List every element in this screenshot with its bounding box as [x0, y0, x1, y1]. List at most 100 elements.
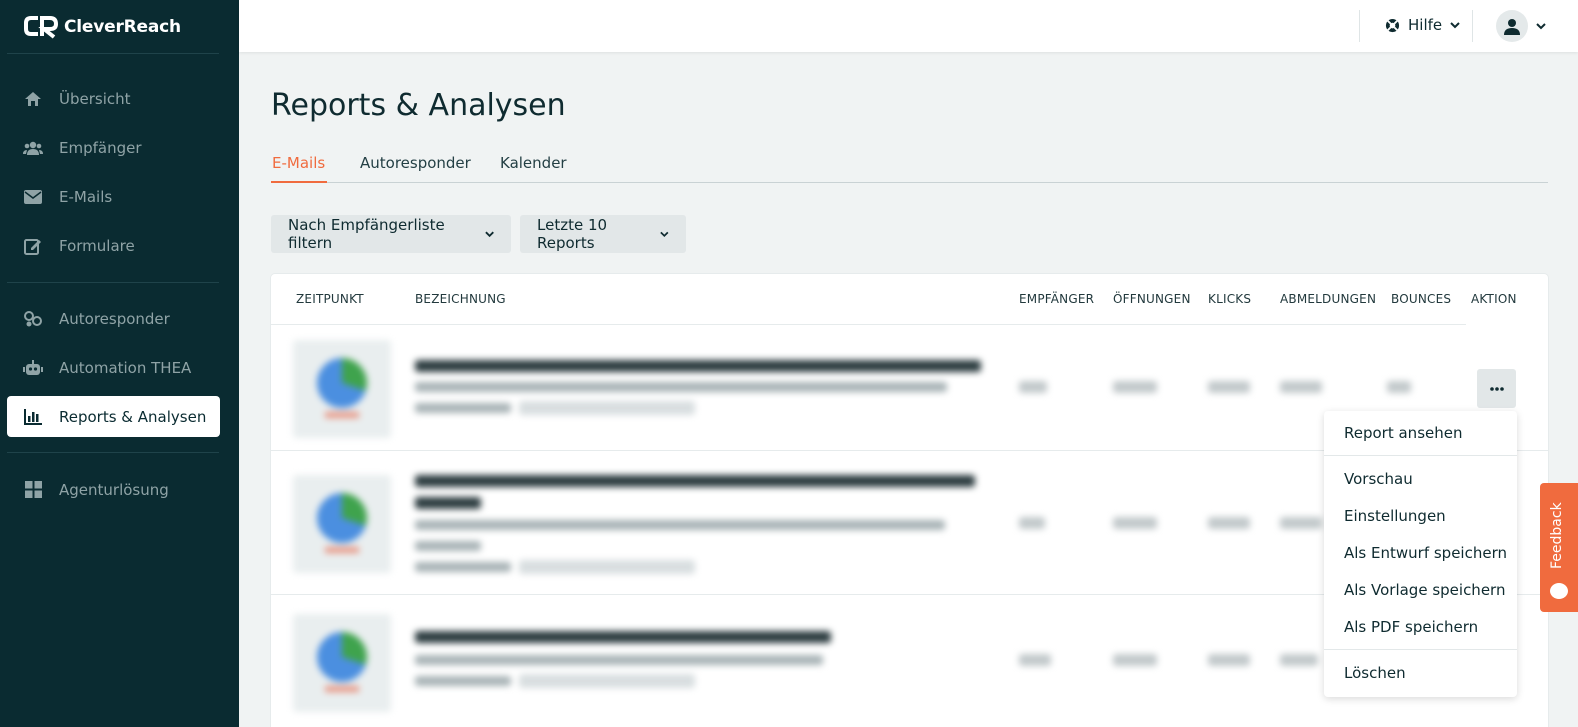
opens-value — [1113, 381, 1157, 393]
chevron-down-icon — [1450, 21, 1460, 28]
email-preheader — [415, 655, 823, 665]
sidebar-item-agenturloesung[interactable]: Agenturlösung — [7, 469, 220, 510]
sidebar-item-empfaenger[interactable]: Empfänger — [7, 127, 220, 168]
home-icon — [23, 90, 43, 108]
email-thumbnail — [293, 475, 391, 573]
user-menu-button[interactable] — [1496, 10, 1546, 42]
column-header-empfaenger[interactable]: EMPFÄNGER — [1019, 292, 1094, 306]
email-subject — [415, 497, 481, 509]
column-header-klicks[interactable]: KLICKS — [1208, 292, 1251, 306]
tab-autoresponder[interactable]: Autoresponder — [360, 154, 471, 172]
sidebar-item-label: Autoresponder — [59, 309, 170, 328]
column-header-bezeichnung[interactable]: BEZEICHNUNG — [415, 292, 506, 306]
form-edit-icon — [23, 237, 43, 255]
robot-icon — [23, 359, 43, 377]
column-header-abmeldungen[interactable]: ABMELDUNGEN — [1280, 292, 1376, 306]
chevron-down-icon — [485, 231, 494, 237]
recipients-value — [1019, 654, 1051, 666]
tab-label: E-Mails — [272, 154, 326, 172]
clicks-value — [1208, 517, 1250, 529]
tab-label: Kalender — [500, 154, 567, 172]
last-reports-dropdown[interactable]: Letzte 10 Reports — [520, 215, 686, 253]
email-thumbnail — [293, 340, 391, 438]
brand-name: CleverReach — [64, 17, 181, 37]
sidebar-divider — [7, 452, 219, 453]
tab-kalender[interactable]: Kalender — [500, 154, 567, 172]
clicks-value — [1208, 654, 1250, 666]
sidebar-item-uebersicht[interactable]: Übersicht — [7, 78, 220, 119]
email-preheader — [415, 520, 945, 530]
menu-item-als-pdf-speichern[interactable]: Als PDF speichern — [1344, 618, 1478, 636]
email-meta — [415, 676, 511, 686]
brand-logo[interactable]: CleverReach — [24, 14, 181, 40]
sidebar-item-formulare[interactable]: Formulare — [7, 225, 220, 266]
recipients-value — [1019, 381, 1047, 393]
column-header-aktion: AKTION — [1471, 292, 1517, 306]
menu-item-report-ansehen[interactable]: Report ansehen — [1344, 424, 1462, 442]
bounces-value — [1387, 381, 1411, 393]
envelope-icon — [23, 188, 43, 206]
email-subject — [415, 631, 831, 643]
tab-label: Autoresponder — [360, 154, 471, 172]
feedback-label: Feedback — [1549, 502, 1565, 569]
sidebar-item-automation-thea[interactable]: Automation THEA — [7, 347, 220, 388]
grid-icon — [23, 481, 43, 499]
chevron-down-icon — [1536, 22, 1546, 29]
topbar-divider — [1359, 10, 1360, 42]
filter-label: Letzte 10 Reports — [537, 216, 608, 252]
sidebar-item-emails[interactable]: E-Mails — [7, 176, 220, 217]
menu-item-als-entwurf-speichern[interactable]: Als Entwurf speichern — [1344, 544, 1507, 562]
menu-item-loeschen[interactable]: Löschen — [1344, 664, 1406, 682]
sidebar-item-label: Formulare — [59, 236, 135, 255]
sidebar-divider — [7, 53, 219, 54]
email-subject — [415, 360, 981, 372]
column-header-oeffnungen[interactable]: ÖFFNUNGEN — [1113, 292, 1191, 306]
menu-divider — [1324, 455, 1517, 456]
email-thumbnail — [293, 614, 391, 712]
recipients-value — [1019, 517, 1045, 529]
tab-bar: E-Mails Autoresponder Kalender — [271, 150, 1548, 183]
feedback-tab[interactable]: Feedback — [1540, 483, 1578, 612]
sidebar-item-label: E-Mails — [59, 187, 113, 206]
menu-item-vorschau[interactable]: Vorschau — [1344, 470, 1413, 488]
tab-emails[interactable]: E-Mails — [272, 154, 325, 172]
filter-label: Nach Empfängerliste filtern — [288, 216, 445, 252]
sidebar-item-reports-analysen[interactable]: Reports & Analysen — [7, 396, 220, 437]
sidebar-item-label: Empfänger — [59, 138, 142, 157]
lifebuoy-icon — [1385, 18, 1400, 32]
table-header-divider — [271, 324, 1466, 325]
email-meta — [415, 403, 511, 413]
user-icon — [1504, 18, 1520, 35]
help-menu-button[interactable]: Hilfe — [1385, 16, 1460, 34]
email-preheader — [415, 541, 481, 551]
chevron-down-icon — [660, 231, 669, 237]
page-title: Reports & Analysen — [271, 88, 566, 123]
row-actions-menu: Report ansehen Vorschau Einstellungen Al… — [1324, 411, 1517, 697]
list-badge — [519, 674, 695, 688]
unsubscribes-value — [1280, 654, 1318, 666]
sidebar-item-label: Agenturlösung — [59, 480, 169, 499]
avatar — [1496, 10, 1528, 42]
column-header-zeitpunkt[interactable]: ZEITPUNKT — [296, 292, 364, 306]
users-icon — [23, 139, 43, 157]
sidebar-item-label: Automation THEA — [59, 358, 192, 377]
menu-item-einstellungen[interactable]: Einstellungen — [1344, 507, 1446, 525]
unsubscribes-value — [1280, 381, 1322, 393]
column-header-bounces[interactable]: BOUNCES — [1391, 292, 1451, 306]
topbar-divider — [1472, 10, 1473, 42]
autoresponder-icon — [23, 310, 43, 328]
recipient-list-filter-dropdown[interactable]: Nach Empfängerliste filtern — [271, 215, 511, 253]
email-subject — [415, 475, 975, 487]
clicks-value — [1208, 381, 1250, 393]
chat-bubble-icon — [1550, 583, 1568, 599]
opens-value — [1113, 517, 1157, 529]
list-badge — [519, 401, 695, 415]
menu-item-als-vorlage-speichern[interactable]: Als Vorlage speichern — [1344, 581, 1505, 599]
row-actions-button[interactable] — [1477, 369, 1516, 408]
sidebar-item-autoresponder[interactable]: Autoresponder — [7, 298, 220, 339]
list-badge — [519, 560, 695, 574]
bar-chart-icon — [23, 408, 43, 426]
sidebar-item-label: Reports & Analysen — [59, 407, 207, 426]
help-label: Hilfe — [1408, 16, 1443, 34]
menu-divider — [1324, 649, 1517, 650]
